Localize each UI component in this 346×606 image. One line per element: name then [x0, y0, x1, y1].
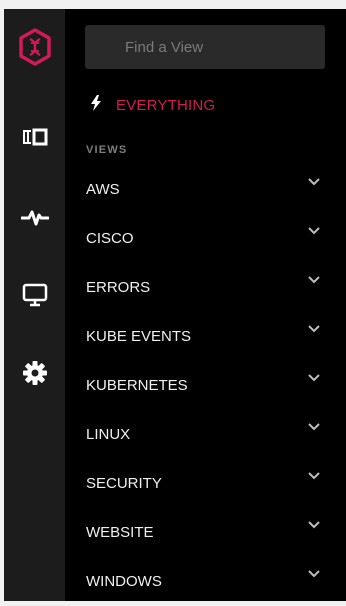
view-item-errors[interactable]: ERRORS: [65, 263, 346, 312]
view-item-label: SECURITY: [86, 475, 162, 492]
chevron-down-icon[interactable]: [308, 422, 322, 433]
logo-hexagon-icon[interactable]: [15, 27, 55, 67]
view-item-website[interactable]: WEBSITE: [65, 508, 346, 557]
search-box: [85, 25, 325, 69]
view-item-aws[interactable]: AWS: [65, 165, 346, 214]
view-item-label: KUBERNETES: [86, 377, 188, 394]
view-item-label: ERRORS: [86, 279, 151, 296]
views-list: AWS CISCO ERRORS KUBE EVENTS KUBERNETES …: [65, 165, 346, 606]
monitor-icon[interactable]: [15, 275, 55, 315]
view-item-cisco[interactable]: CISCO: [65, 214, 346, 263]
views-heading: VIEWS: [86, 144, 128, 156]
app-frame: EVERYTHING VIEWS AWS CISCO ERRORS KUBE E…: [4, 9, 346, 601]
view-item-label: WEBSITE: [86, 524, 154, 541]
view-item-label: KUBE EVENTS: [86, 328, 192, 345]
everything-link[interactable]: EVERYTHING: [90, 95, 215, 116]
lightning-icon: [90, 95, 102, 116]
views-panel: EVERYTHING VIEWS AWS CISCO ERRORS KUBE E…: [65, 9, 346, 601]
pulse-icon[interactable]: [15, 197, 55, 237]
icon-rail: [4, 9, 65, 601]
view-item-label: WINDOWS: [86, 573, 162, 590]
view-item-linux[interactable]: LINUX: [65, 410, 346, 459]
view-item-kubernetes[interactable]: KUBERNETES: [65, 361, 346, 410]
view-item-kube-events[interactable]: KUBE EVENTS: [65, 312, 346, 361]
chevron-down-icon[interactable]: [308, 226, 322, 237]
chevron-down-icon[interactable]: [308, 177, 322, 188]
chevron-down-icon[interactable]: [308, 324, 322, 335]
chevron-down-icon[interactable]: [308, 275, 322, 286]
chevron-down-icon[interactable]: [308, 569, 322, 580]
chevron-down-icon[interactable]: [308, 471, 322, 482]
gear-icon[interactable]: [15, 353, 55, 393]
everything-label: EVERYTHING: [116, 97, 216, 114]
view-item-security[interactable]: SECURITY: [65, 459, 346, 508]
chevron-down-icon[interactable]: [308, 520, 322, 531]
search-input[interactable]: [85, 37, 325, 57]
view-item-label: LINUX: [86, 426, 131, 443]
view-item-label: CISCO: [86, 230, 134, 247]
view-item-windows[interactable]: WINDOWS: [65, 557, 346, 606]
chevron-down-icon[interactable]: [308, 373, 322, 384]
view-item-label: AWS: [86, 181, 120, 198]
streams-icon[interactable]: [15, 117, 55, 157]
